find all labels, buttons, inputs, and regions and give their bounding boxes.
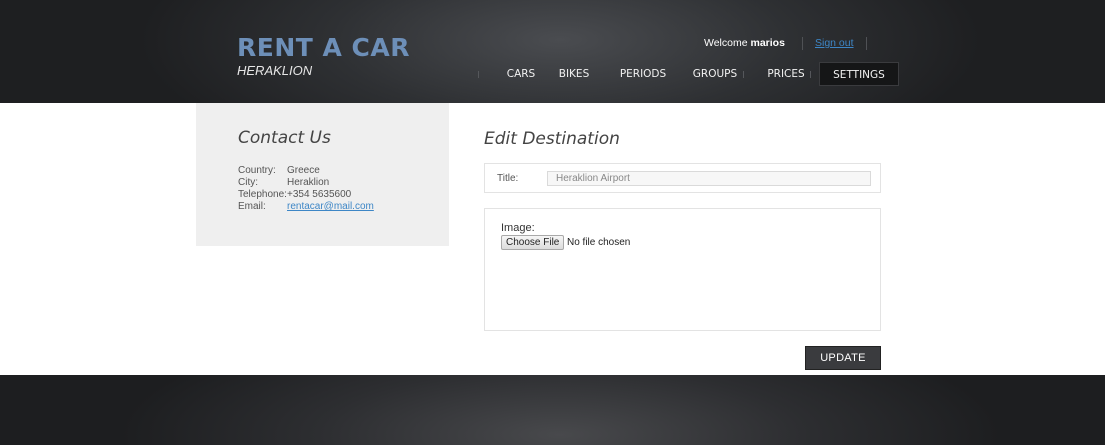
header-bar: RENT A CAR HERAKLION Welcome marios Sign… [0, 0, 1105, 103]
no-file-text: No file chosen [567, 237, 631, 248]
contact-row-city: City: Heraklion [238, 177, 329, 188]
footer-bar [0, 375, 1105, 445]
nav-separator [478, 71, 479, 78]
contact-heading: Contact Us [238, 128, 331, 148]
nav-item-groups[interactable]: GROUPS [686, 62, 744, 86]
header-divider [866, 37, 867, 50]
title-field-group: Title: [484, 163, 881, 193]
email-link[interactable]: rentacar@mail.com [287, 201, 374, 212]
contact-label: Email: [238, 201, 266, 212]
page-title: Edit Destination [484, 129, 620, 149]
brand-subtitle: HERAKLION [237, 63, 313, 78]
nav-item-cars[interactable]: CARS [499, 62, 543, 86]
image-field-group: Image: Choose File No file chosen [484, 208, 881, 331]
contact-panel: Contact Us Country: Greece City: Herakli… [196, 103, 449, 246]
contact-row-telephone: Telephone: +354 5635600 [238, 189, 351, 200]
nav-item-settings[interactable]: SETTINGS [819, 62, 899, 86]
nav-item-bikes[interactable]: BIKES [551, 62, 597, 86]
contact-value: Greece [287, 165, 320, 176]
header-divider [802, 37, 803, 50]
welcome-prefix: Welcome [704, 37, 748, 49]
update-button[interactable]: UPDATE [805, 346, 881, 370]
title-label: Title: [497, 173, 519, 184]
contact-value: +354 5635600 [287, 189, 352, 200]
sign-out-link[interactable]: Sign out [815, 37, 854, 49]
welcome-text: Welcome marios [704, 37, 785, 49]
contact-value: Heraklion [287, 177, 330, 188]
nav-item-prices[interactable]: PRICES [758, 62, 814, 86]
contact-label: Country: [238, 165, 276, 176]
contact-label: Telephone: [238, 189, 287, 200]
contact-label: City: [238, 177, 258, 188]
contact-row-country: Country: Greece [238, 165, 320, 176]
contact-row-email: Email: rentacar@mail.com [238, 201, 374, 212]
brand-title[interactable]: RENT A CAR [237, 34, 410, 62]
nav-item-periods[interactable]: PERIODS [610, 62, 676, 86]
image-label: Image: [501, 222, 535, 234]
title-input[interactable] [547, 171, 871, 186]
nav-separator [743, 71, 744, 78]
username: marios [750, 37, 785, 49]
choose-file-button[interactable]: Choose File [501, 235, 565, 250]
nav-separator [810, 71, 811, 78]
